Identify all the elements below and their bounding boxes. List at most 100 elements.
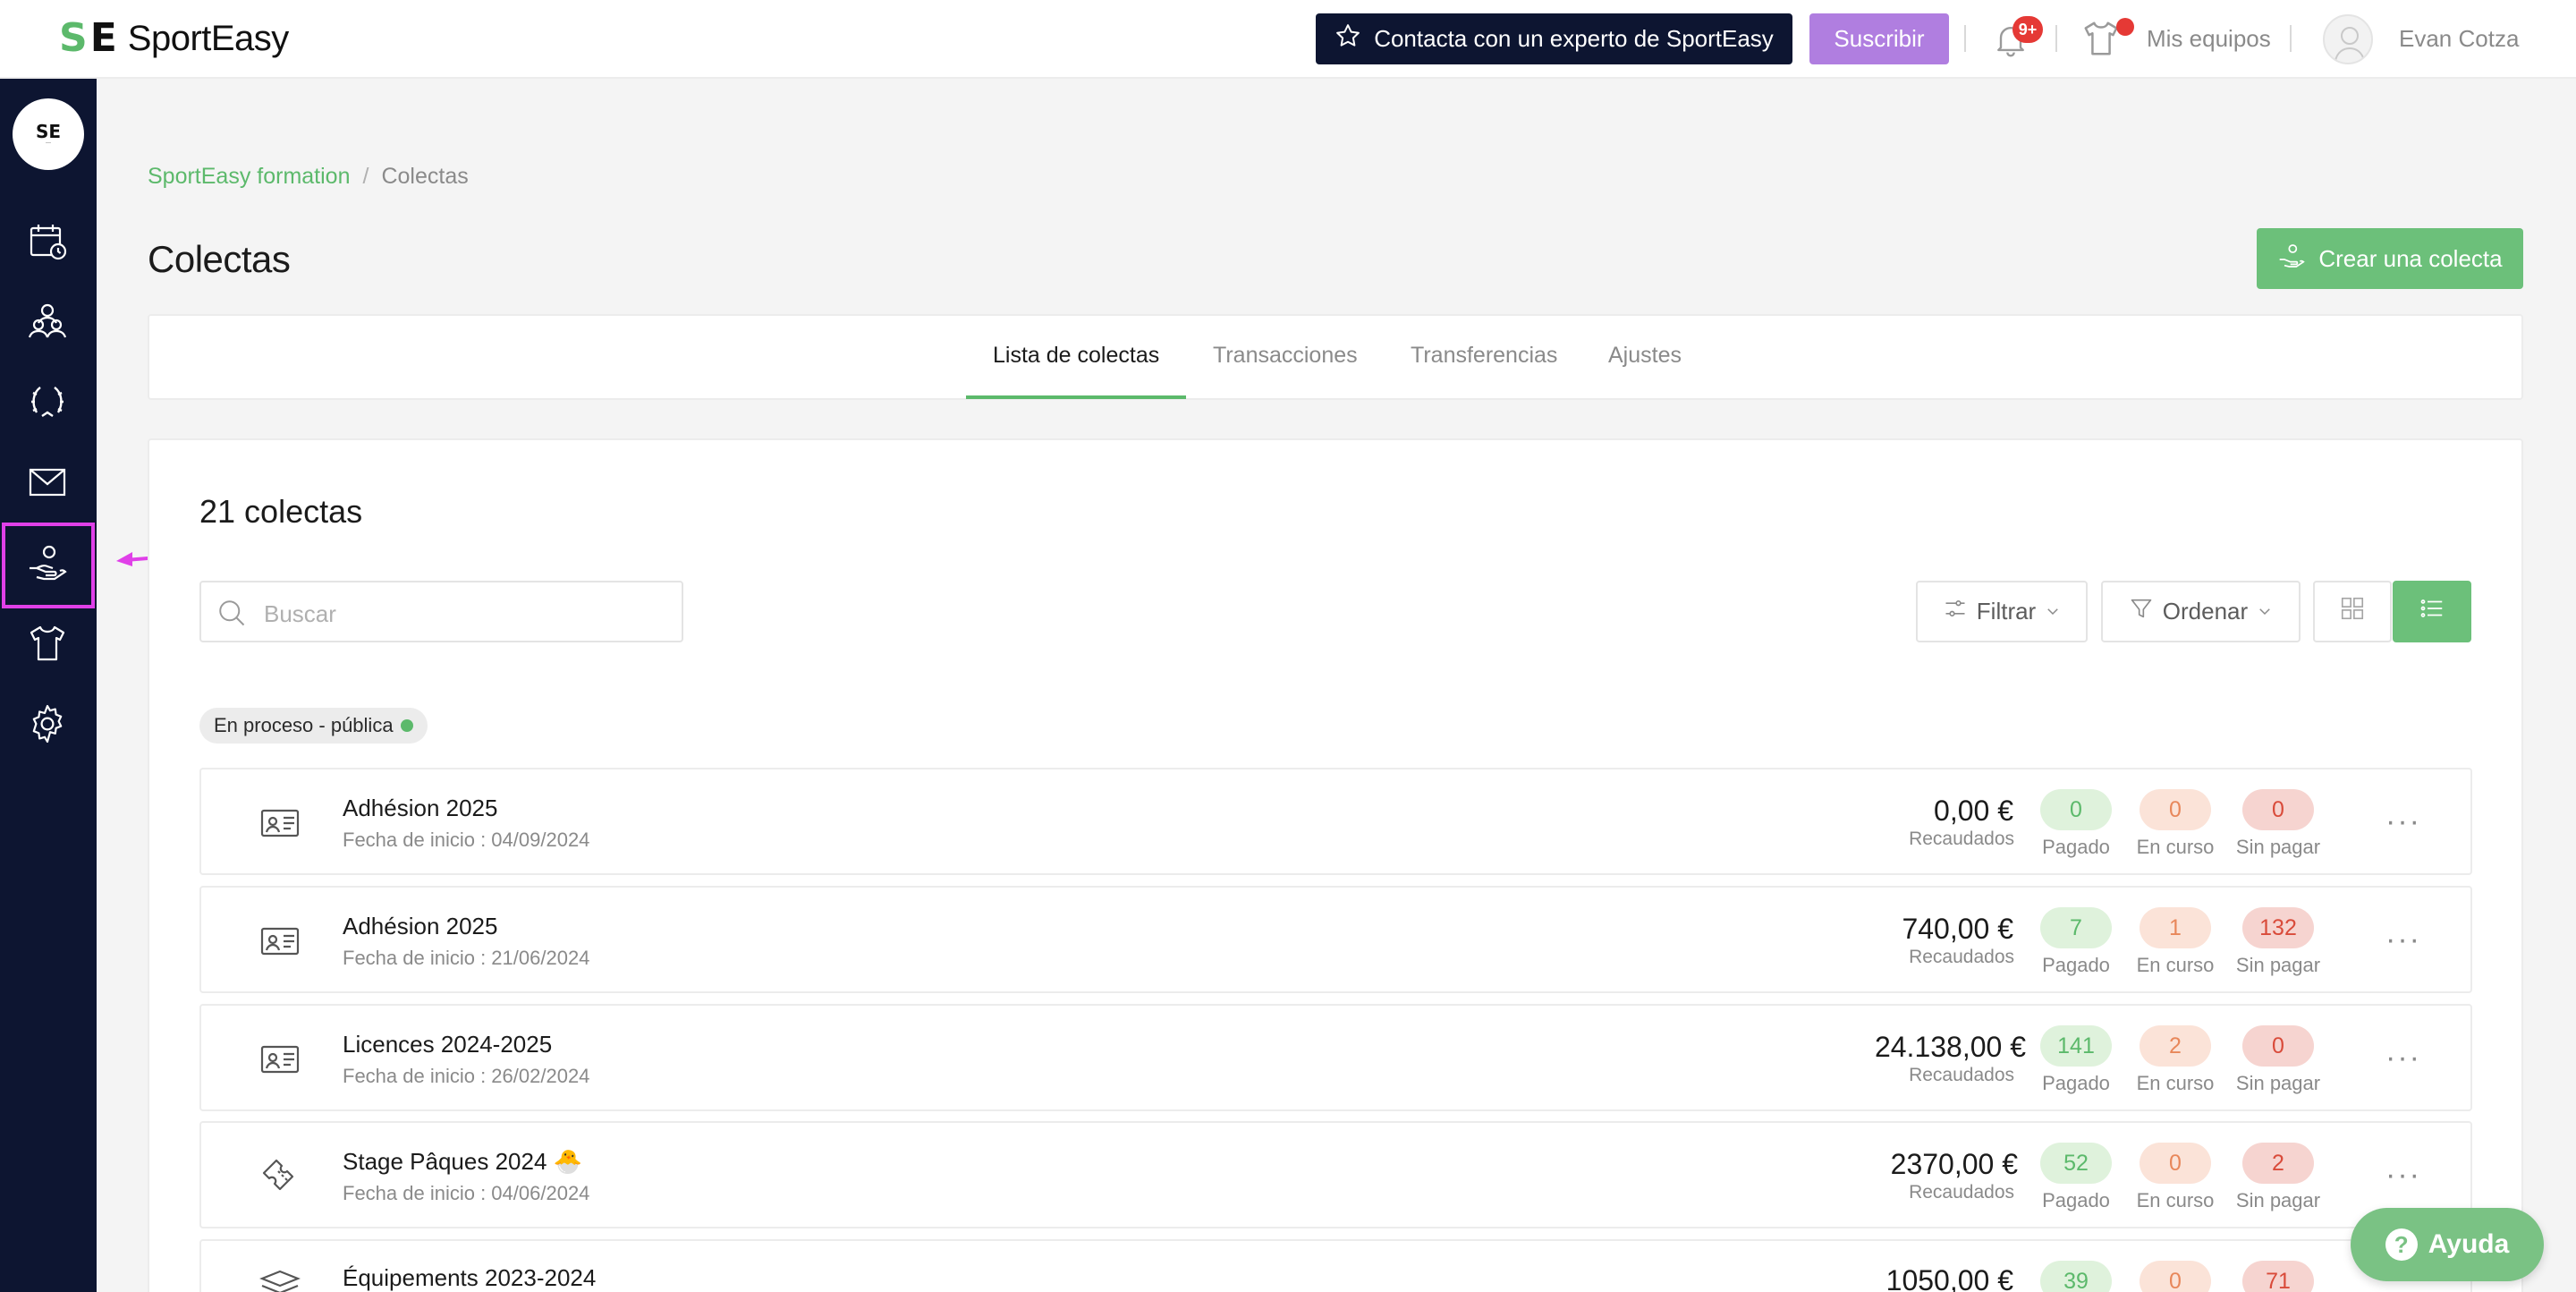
shirt-icon[interactable] <box>2080 18 2122 59</box>
sort-button[interactable]: Ordenar <box>2101 581 2301 642</box>
breadcrumb-separator: / <box>362 164 369 189</box>
contact-expert-button[interactable]: Contacta con un experto de SportEasy <box>1316 13 1792 64</box>
list-item[interactable]: Licences 2024-2025 Fecha de inicio : 26/… <box>199 1004 2472 1111</box>
id-card-icon <box>258 920 301 963</box>
list-item[interactable]: Stage Pâques 2024 🐣 Fecha de inicio : 04… <box>199 1121 2472 1228</box>
tab-transfers[interactable]: Transferencias <box>1411 343 1557 369</box>
help-button[interactable]: ? Ayuda <box>2351 1208 2544 1281</box>
status-chip: En proceso - pública <box>199 708 428 744</box>
collection-title: Équipements 2023-2024 <box>343 1264 597 1291</box>
pending-count-badge: 0 <box>2140 1143 2211 1184</box>
laurel-icon[interactable] <box>21 376 73 428</box>
team-logo-text: SE <box>35 121 62 142</box>
id-card-icon <box>258 1038 301 1081</box>
gear-icon[interactable] <box>21 698 73 750</box>
unpaid-count-badge: 0 <box>2242 789 2314 830</box>
my-teams-link[interactable]: Mis equipos <box>2147 25 2271 53</box>
collection-start-date: Fecha de inicio : 26/02/2024 <box>343 1065 590 1087</box>
logo-mark-s: S <box>59 15 88 61</box>
pending-count-badge: 0 <box>2140 789 2211 830</box>
search-placeholder: Buscar <box>264 600 336 627</box>
sporteasy-logo[interactable]: SE SportEasy <box>59 18 289 59</box>
unpaid-label: Sin pagar <box>2235 1072 2321 1094</box>
unpaid-label: Sin pagar <box>2235 1189 2321 1211</box>
calendar-clock-icon[interactable] <box>21 215 73 267</box>
logo-mark: SE <box>59 18 117 59</box>
collection-start-date: Fecha de inicio : 04/06/2024 <box>343 1182 590 1204</box>
tab-settings[interactable]: Ajustes <box>1608 343 1682 369</box>
search-input[interactable]: Buscar <box>199 581 683 642</box>
logo-text: SportEasy <box>127 18 290 58</box>
paid-label: Pagado <box>2042 1189 2110 1211</box>
unpaid-count-badge: 0 <box>2242 1025 2314 1067</box>
unpaid-label: Sin pagar <box>2235 954 2321 976</box>
divider <box>2290 25 2292 52</box>
notifications-badge: 9+ <box>2012 16 2043 43</box>
teams-alert-dot <box>2116 18 2134 36</box>
avatar[interactable] <box>2323 14 2373 64</box>
logo-mark-e: E <box>89 15 117 61</box>
collection-title: Licences 2024-2025 <box>343 1031 553 1058</box>
collection-start-date: Fecha de inicio : 21/06/2024 <box>343 947 590 969</box>
top-bar: SE SportEasy Contacta con un experto de … <box>0 0 2576 79</box>
unpaid-label: Sin pagar <box>2235 836 2321 858</box>
collection-title: Adhésion 2025 <box>343 795 498 821</box>
star-icon <box>1335 22 1361 55</box>
pending-label: En curso <box>2136 954 2215 976</box>
grid-view-button[interactable] <box>2313 581 2392 642</box>
users-icon[interactable] <box>21 295 73 347</box>
create-collection-button[interactable]: Crear una colecta <box>2257 228 2523 289</box>
chevron-down-icon <box>2045 598 2061 625</box>
paid-count-badge: 52 <box>2040 1143 2112 1184</box>
hand-coin-icon[interactable] <box>21 537 73 589</box>
paid-count-badge: 141 <box>2040 1025 2112 1067</box>
collection-start-date: Fecha de inicio : 04/09/2024 <box>343 829 590 851</box>
amount-label: Recaudados <box>1909 1182 2014 1203</box>
user-name[interactable]: Evan Cotza <box>2399 25 2519 53</box>
collection-amount: 24.138,00 € <box>1874 1031 2026 1063</box>
team-logo[interactable]: SE — <box>13 98 84 170</box>
more-options-icon[interactable]: ··· <box>2385 1160 2421 1190</box>
ticket-icon <box>258 1155 301 1198</box>
list-item[interactable]: Adhésion 2025 Fecha de inicio : 21/06/20… <box>199 886 2472 993</box>
filter-button[interactable]: Filtrar <box>1916 581 2088 642</box>
help-label: Ayuda <box>2428 1229 2510 1259</box>
paid-label: Pagado <box>2042 954 2110 976</box>
collection-amount: 740,00 € <box>1902 913 2013 945</box>
more-options-icon[interactable]: ··· <box>2385 924 2421 955</box>
amount-label: Recaudados <box>1909 1065 2014 1085</box>
divider <box>1964 25 1966 52</box>
more-options-icon[interactable]: ··· <box>2385 1042 2421 1073</box>
id-card-icon <box>258 802 301 845</box>
divider <box>2055 25 2057 52</box>
paid-label: Pagado <box>2042 836 2110 858</box>
envelope-icon[interactable] <box>21 456 73 508</box>
pending-label: En curso <box>2136 1189 2215 1211</box>
list-item[interactable]: Équipements 2023-2024 1050,00 € 39 0 71 <box>199 1239 2472 1292</box>
collections-count: 21 colectas <box>199 493 363 530</box>
page-title: Colectas <box>148 238 291 280</box>
tab-collection-list[interactable]: Lista de colectas <box>993 343 1159 369</box>
paid-count-badge: 7 <box>2040 907 2112 948</box>
create-collection-label: Crear una colecta <box>2318 244 2503 272</box>
pending-label: En curso <box>2136 1072 2215 1094</box>
question-icon: ? <box>2385 1228 2418 1261</box>
list-item[interactable]: Adhésion 2025 Fecha de inicio : 04/09/20… <box>199 768 2472 875</box>
grid-icon <box>2339 595 2366 628</box>
pending-count-badge: 0 <box>2140 1261 2211 1292</box>
funnel-icon <box>2129 596 2154 627</box>
list-view-button[interactable] <box>2393 581 2471 642</box>
stack-icon <box>258 1264 301 1292</box>
pending-count-badge: 2 <box>2140 1025 2211 1067</box>
chevron-down-icon <box>2257 598 2273 625</box>
pending-label: En curso <box>2136 836 2215 858</box>
unpaid-count-badge: 132 <box>2242 907 2314 948</box>
subscribe-button[interactable]: Suscribir <box>1809 13 1949 64</box>
shirt-icon[interactable] <box>21 617 73 669</box>
status-dot <box>400 719 413 732</box>
breadcrumb-root-link[interactable]: SportEasy formation <box>148 164 351 189</box>
hand-coin-icon <box>2277 242 2306 276</box>
tab-transactions[interactable]: Transacciones <box>1213 343 1358 369</box>
more-options-icon[interactable]: ··· <box>2385 806 2421 837</box>
amount-label: Recaudados <box>1909 947 2014 967</box>
